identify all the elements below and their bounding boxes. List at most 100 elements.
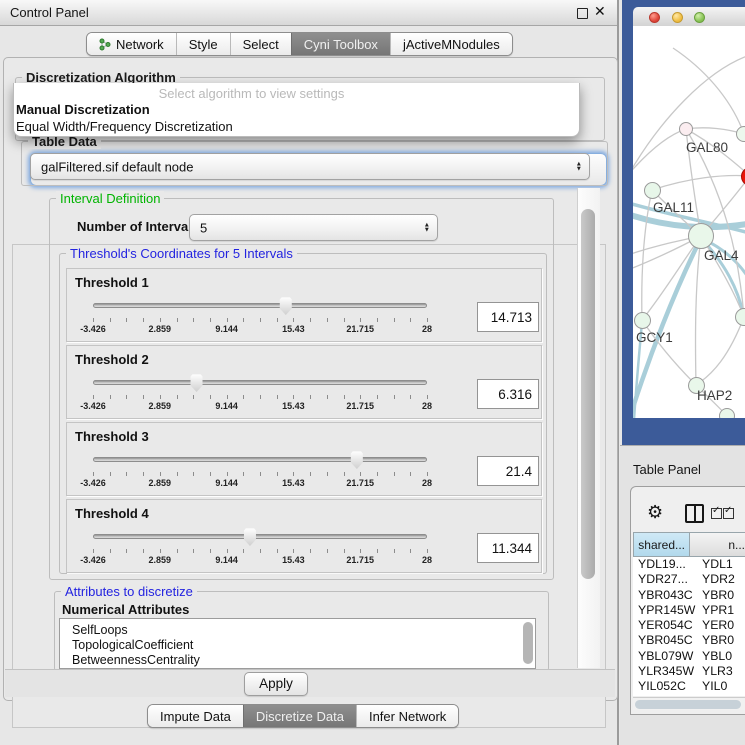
network-node[interactable] — [679, 122, 693, 136]
close-icon[interactable]: ✕ — [594, 3, 606, 20]
checkbox-icon[interactable]: ✓ — [723, 508, 734, 519]
table-horizontal-scrollbar[interactable] — [633, 697, 745, 710]
attributes-list-scrollbar[interactable] — [523, 622, 533, 664]
table-row[interactable]: YIL052CYIL0 — [633, 679, 745, 694]
checkbox-icon[interactable]: ✓ — [711, 508, 722, 519]
slider-tick-label: 28 — [422, 324, 432, 334]
slider-tick-label: 15.43 — [282, 324, 305, 334]
threshold-value-input[interactable] — [477, 456, 539, 486]
slider-tick-label: 21.715 — [346, 555, 374, 565]
settings-vertical-scrollbar[interactable] — [577, 188, 600, 668]
minimize-traffic-light-icon[interactable] — [672, 12, 683, 23]
table-cell: YBR0 — [699, 633, 745, 648]
numerical-attributes-list[interactable]: SelfLoopsTopologicalCoefficientBetweenne… — [59, 618, 536, 669]
table-row[interactable]: YBR045CYBR0 — [633, 633, 745, 648]
tab-network[interactable]: Network — [87, 33, 176, 55]
combobox-stepper-icon: ▲▼ — [424, 222, 430, 233]
tab-label: Select — [243, 37, 279, 52]
table-row[interactable]: YLR345WYLR3 — [633, 664, 745, 679]
table-data-combobox[interactable]: galFiltered.sif default node ▲▼ — [30, 153, 590, 180]
table-cell: YDR27... — [633, 572, 699, 587]
table-row[interactable]: YBL079WYBL0 — [633, 649, 745, 664]
table-cell: YDL19... — [633, 557, 699, 572]
tab-label: jActiveMNodules — [403, 37, 500, 52]
threshold-label: Threshold 1 — [75, 275, 149, 290]
tab-discretize-data[interactable]: Discretize Data — [243, 705, 356, 727]
settings-scrollbar-thumb[interactable] — [581, 209, 595, 579]
gear-icon[interactable]: ⚙ — [647, 503, 663, 521]
tab-impute-data[interactable]: Impute Data — [148, 705, 243, 727]
attribute-list-item[interactable]: SelfLoops — [60, 623, 535, 638]
slider-thumb[interactable] — [189, 374, 204, 392]
number-of-intervals-combobox[interactable]: 5 ▲▼ — [189, 214, 438, 241]
threshold-slider[interactable]: -3.4262.8599.14415.4321.71528 — [87, 528, 433, 568]
slider-thumb[interactable] — [242, 528, 257, 546]
float-window-icon[interactable] — [577, 8, 588, 19]
threshold-panel: Threshold 1-3.4262.8599.14415.4321.71528 — [66, 268, 542, 342]
slider-tick-label: 15.43 — [282, 478, 305, 488]
threshold-slider[interactable]: -3.4262.8599.14415.4321.71528 — [87, 297, 433, 337]
table-cell: YBR0 — [699, 588, 745, 603]
table-cell: YBR043C — [633, 588, 699, 603]
threshold-panel: Threshold 2-3.4262.8599.14415.4321.71528 — [66, 345, 542, 419]
table-header: shared... n... — [633, 532, 745, 557]
slider-track — [93, 303, 427, 308]
slider-tick-label: 9.144 — [215, 478, 238, 488]
threshold-value-input[interactable] — [477, 379, 539, 409]
table-cell: YDR2 — [699, 572, 745, 587]
combobox-stepper-icon: ▲▼ — [576, 161, 582, 172]
table-cell: YBL0 — [699, 649, 745, 664]
zoom-traffic-light-icon[interactable] — [694, 12, 705, 23]
numerical-attributes-label: Numerical Attributes — [62, 602, 189, 617]
slider-tick-label: -3.426 — [80, 555, 106, 565]
network-window-titlebar — [633, 7, 745, 27]
table-row[interactable]: YBR043CYBR0 — [633, 588, 745, 603]
slider-tick-label: 2.859 — [149, 401, 172, 411]
tab-infer-network[interactable]: Infer Network — [356, 705, 458, 727]
slider-thumb[interactable] — [349, 451, 364, 469]
apply-button[interactable]: Apply — [244, 672, 308, 696]
slider-tick-label: 2.859 — [149, 555, 172, 565]
table-row[interactable]: YDL19...YDL1 — [633, 557, 745, 572]
threshold-value-input[interactable] — [477, 533, 539, 563]
number-of-intervals-value: 5 — [200, 220, 207, 235]
network-node[interactable] — [736, 126, 745, 142]
tab-cyni-toolbox[interactable]: Cyni Toolbox — [291, 33, 390, 55]
attribute-list-item[interactable]: BetweennessCentrality — [60, 653, 535, 668]
threshold-slider[interactable]: -3.4262.8599.14415.4321.71528 — [87, 451, 433, 491]
tab-select[interactable]: Select — [230, 33, 291, 55]
table-row[interactable]: YPR145WYPR1 — [633, 603, 745, 618]
tab-label: Cyni Toolbox — [304, 37, 378, 52]
table-cell: YER0 — [699, 618, 745, 633]
table-header-cell[interactable]: shared... — [633, 532, 690, 557]
column-layout-icon[interactable] — [685, 504, 704, 523]
threshold-slider[interactable]: -3.4262.8599.14415.4321.71528 — [87, 374, 433, 414]
table-header-cell[interactable]: n... — [690, 532, 745, 557]
attribute-list-item[interactable]: TopologicalCoefficient — [60, 638, 535, 653]
slider-thumb[interactable] — [278, 297, 293, 315]
threshold-value-input[interactable] — [477, 302, 539, 332]
network-canvas[interactable]: GAL80GACGAL11GAL4HGCY1HAP2 — [633, 26, 745, 418]
interval-definition-group-title: Interval Definition — [56, 191, 164, 206]
slider-tick-label: 15.43 — [282, 555, 305, 565]
algorithm-option[interactable]: Equal Width/Frequency Discretization — [14, 118, 579, 135]
slider-tick-label: -3.426 — [80, 324, 106, 334]
tab-label: Network — [116, 37, 164, 52]
table-panel-title: Table Panel — [633, 462, 701, 477]
table-row[interactable]: YER054CYER0 — [633, 618, 745, 633]
network-node[interactable] — [719, 408, 735, 418]
network-node[interactable] — [688, 223, 714, 249]
network-node-label: GAL4 — [704, 248, 739, 263]
slider-tick-label: 21.715 — [346, 324, 374, 334]
network-node[interactable] — [644, 182, 661, 199]
network-node[interactable] — [634, 312, 651, 329]
close-traffic-light-icon[interactable] — [649, 12, 660, 23]
tab-jactivemnodules[interactable]: jActiveMNodules — [390, 33, 512, 55]
tab-style[interactable]: Style — [176, 33, 230, 55]
network-edges — [633, 26, 745, 418]
table-row[interactable]: YDR27...YDR2 — [633, 572, 745, 587]
algorithm-option[interactable]: Manual Discretization — [14, 101, 579, 118]
slider-tick-label: 15.43 — [282, 401, 305, 411]
table-hscrollbar-thumb[interactable] — [635, 700, 741, 709]
network-node-label: HAP2 — [697, 388, 732, 403]
